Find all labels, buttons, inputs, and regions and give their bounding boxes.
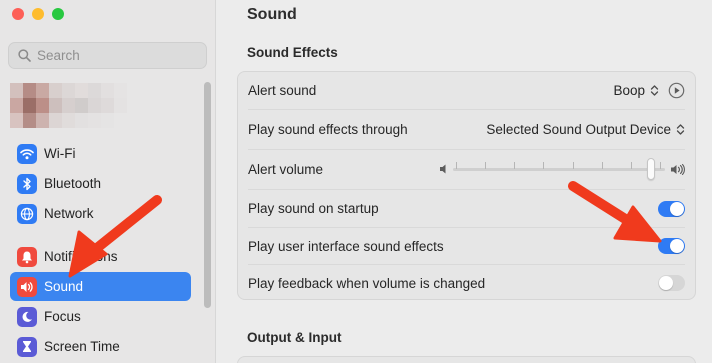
wifi-icon — [17, 143, 37, 164]
sidebar-item-label: Bluetooth — [44, 176, 102, 191]
slider-thumb[interactable] — [647, 158, 655, 180]
search-icon — [18, 49, 31, 62]
window-controls — [12, 8, 64, 20]
zoom-window-button[interactable] — [52, 8, 64, 20]
sidebar-item-wifi[interactable]: Wi-Fi — [10, 139, 191, 168]
ui-sound-effects-toggle[interactable] — [658, 238, 685, 254]
slider-tick — [514, 162, 515, 169]
startup-sound-label: Play sound on startup — [248, 201, 379, 216]
play-icon — [668, 82, 685, 98]
up-down-chevron-icon — [676, 123, 685, 136]
bluetooth-icon — [17, 173, 37, 194]
play-through-row: Play sound effects through Selected Soun… — [238, 110, 695, 148]
sidebar-item-screen-time[interactable]: Screen Time — [10, 332, 191, 361]
alert-volume-slider[interactable] — [453, 158, 665, 180]
slider-tick — [631, 162, 632, 169]
slider-tick — [602, 162, 603, 169]
output-input-panel — [237, 356, 696, 363]
sidebar-item-label: Notifications — [44, 249, 118, 264]
search-input[interactable] — [37, 48, 187, 63]
alert-sound-value: Boop — [613, 82, 645, 98]
slider-tick — [456, 162, 457, 169]
hourglass-icon — [17, 336, 37, 357]
sidebar-item-label: Focus — [44, 309, 81, 324]
close-window-button[interactable] — [12, 8, 24, 20]
play-through-label: Play sound effects through — [248, 121, 408, 137]
main-pane: Sound Sound Effects Alert sound Boop Pla… — [217, 0, 712, 363]
up-down-chevron-icon — [650, 84, 659, 97]
play-through-value: Selected Sound Output Device — [486, 121, 671, 137]
sidebar-item-label: Network — [44, 206, 94, 221]
play-alert-sound-button[interactable] — [668, 82, 685, 99]
speaker-icon — [17, 276, 37, 297]
sidebar-item-label: Wi-Fi — [44, 146, 76, 161]
sidebar-item-sound[interactable]: Sound — [10, 272, 191, 301]
alert-sound-popup[interactable]: Boop — [613, 82, 685, 99]
volume-feedback-label: Play feedback when volume is changed — [248, 275, 486, 291]
speaker-high-icon — [671, 163, 685, 175]
section-heading-sound-effects: Sound Effects — [247, 45, 338, 60]
globe-icon — [17, 203, 37, 224]
alert-volume-control — [439, 158, 685, 180]
sidebar-item-focus[interactable]: Focus — [10, 302, 191, 331]
volume-feedback-toggle[interactable] — [658, 275, 685, 291]
section-heading-output-input: Output & Input — [247, 330, 342, 345]
alert-volume-row: Alert volume — [238, 150, 695, 188]
sidebar: Wi-Fi Bluetooth Network Notifications — [0, 0, 216, 363]
sidebar-item-bluetooth[interactable]: Bluetooth — [10, 169, 191, 198]
sidebar-item-network[interactable]: Network — [10, 199, 191, 228]
moon-icon — [17, 306, 37, 327]
slider-tick — [573, 162, 574, 169]
alert-volume-label: Alert volume — [248, 161, 324, 177]
speaker-low-icon — [440, 164, 446, 174]
play-through-popup[interactable]: Selected Sound Output Device — [486, 122, 685, 137]
bell-icon — [17, 246, 37, 267]
sidebar-item-label: Screen Time — [44, 339, 120, 354]
startup-sound-row: Play sound on startup — [238, 190, 695, 227]
page-title: Sound — [247, 6, 297, 23]
ui-sound-effects-row: Play user interface sound effects — [238, 228, 695, 264]
slider-tick — [660, 162, 661, 169]
sidebar-item-label: Sound — [44, 279, 84, 294]
startup-sound-toggle[interactable] — [658, 200, 685, 217]
volume-feedback-row: Play feedback when volume is changed — [238, 265, 695, 301]
alert-sound-label: Alert sound — [248, 82, 317, 98]
sidebar-scrollbar[interactable] — [204, 82, 211, 308]
account-avatar[interactable] — [10, 83, 140, 128]
search-field[interactable] — [8, 42, 207, 69]
slider-tick — [485, 162, 486, 169]
minimize-window-button[interactable] — [32, 8, 44, 20]
sound-effects-panel: Alert sound Boop Play sound effects thro… — [237, 71, 696, 300]
slider-tick — [543, 162, 544, 169]
alert-sound-row: Alert sound Boop — [238, 72, 695, 108]
sidebar-item-notifications[interactable]: Notifications — [10, 242, 191, 271]
ui-sound-effects-label: Play user interface sound effects — [248, 238, 444, 254]
